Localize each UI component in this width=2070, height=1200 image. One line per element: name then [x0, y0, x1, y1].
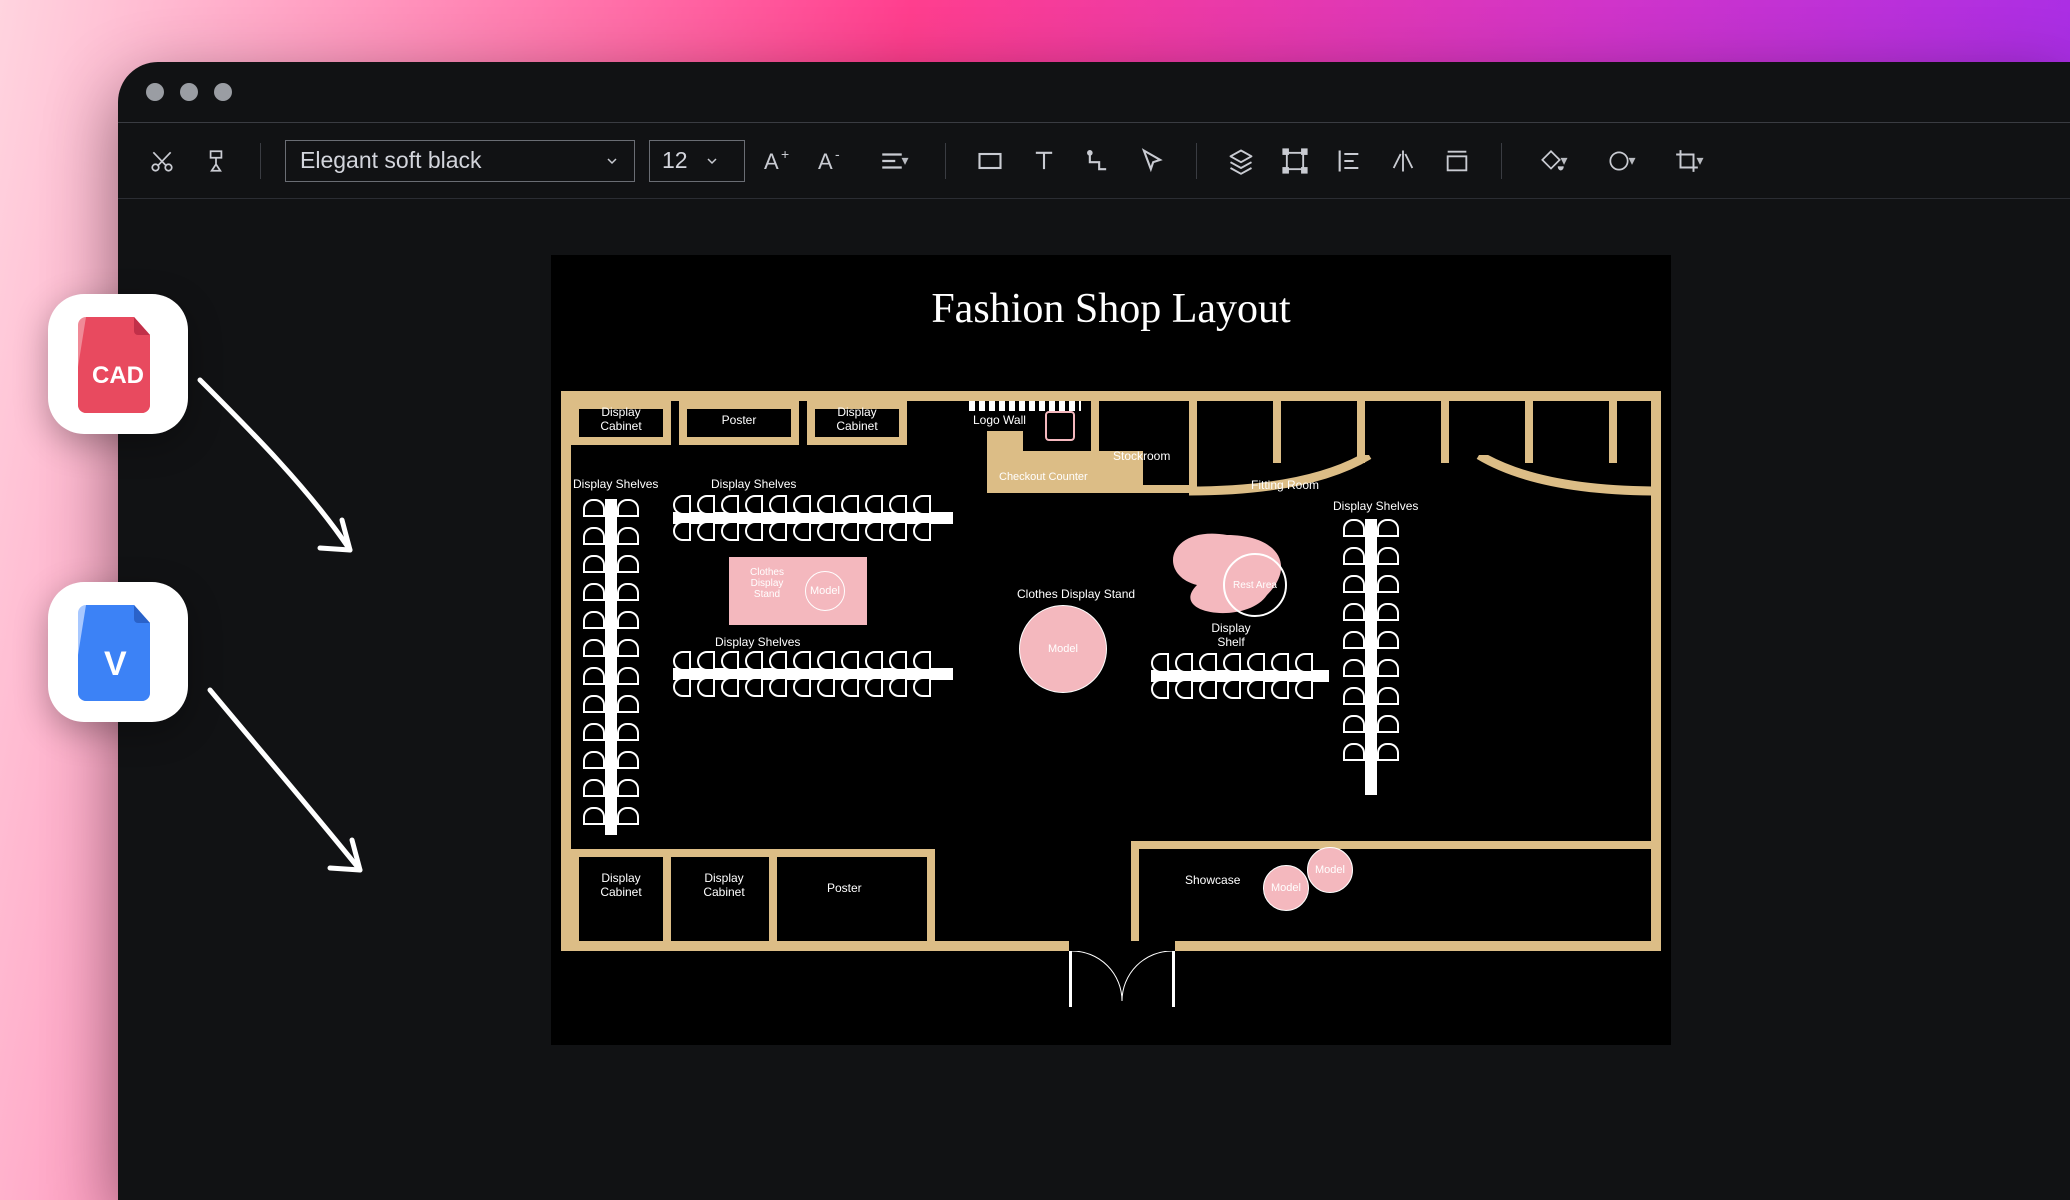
font-family-select[interactable]: Elegant soft black	[285, 140, 635, 182]
display-cabinet-bottom-1-label: Display Cabinet	[581, 871, 661, 899]
display-shelves-mid1[interactable]	[673, 495, 953, 541]
model-circle-1[interactable]: Model	[805, 571, 845, 611]
chevron-down-icon: ▾	[1696, 152, 1703, 169]
left-shelves-label: Display Shelves	[573, 477, 658, 491]
svg-text:A: A	[818, 149, 833, 174]
stockroom-label: Stockroom	[1113, 449, 1170, 463]
model-circle-center[interactable]: Model	[1019, 605, 1107, 693]
chevron-down-icon: ▾	[1628, 152, 1635, 169]
cad-badge-text: CAD	[92, 362, 144, 389]
canvas[interactable]: Fashion Shop Layout Display Cabinet Post…	[118, 199, 2070, 1200]
display-shelves-mid2[interactable]	[673, 651, 953, 697]
poster-bottom-label: Poster	[827, 881, 862, 895]
svg-text:-: -	[835, 147, 840, 162]
chevron-down-icon	[706, 155, 718, 167]
showcase-box[interactable]	[1131, 841, 1651, 941]
app-window: Elegant soft black 12 A+ A- ▾	[118, 62, 2070, 1200]
partition-3	[1441, 401, 1449, 463]
mid-shelves-label2: Display Shelves	[715, 635, 800, 649]
register-icon	[1045, 411, 1075, 441]
model-showcase-1[interactable]: Model	[1263, 865, 1309, 911]
wall-stockroom-left	[1091, 401, 1099, 491]
rest-area-circle[interactable]: Rest Area	[1223, 553, 1287, 617]
arrow-sketch-1	[190, 370, 390, 590]
font-size-value: 12	[662, 147, 688, 174]
font-size-select[interactable]: 12	[649, 140, 745, 182]
plan-title: Fashion Shop Layout	[551, 285, 1671, 333]
toolbar: Elegant soft black 12 A+ A- ▾	[118, 123, 2070, 199]
visio-file-badge[interactable]: V	[48, 582, 188, 722]
font-family-value: Elegant soft black	[300, 147, 482, 174]
right-shelves-label: Display Shelves	[1333, 499, 1418, 513]
line-style-icon[interactable]: ▾	[1594, 141, 1648, 181]
svg-text:A: A	[764, 149, 779, 174]
svg-text:+: +	[781, 147, 789, 162]
layers-icon[interactable]	[1221, 141, 1261, 181]
wall-stockroom-bottom	[1091, 485, 1197, 493]
showcase-label: Showcase	[1185, 873, 1240, 887]
model-showcase-2[interactable]: Model	[1307, 847, 1353, 893]
crop-icon[interactable]: ▾	[1662, 141, 1716, 181]
display-shelf-center[interactable]	[1151, 653, 1329, 699]
entry-doors	[1069, 951, 1175, 1007]
display-shelves-right[interactable]	[1343, 519, 1399, 795]
toolbar-separator	[1501, 143, 1502, 179]
arrow-sketch-2	[200, 680, 400, 900]
partition-4	[1525, 401, 1533, 463]
window-maximize-dot[interactable]	[214, 83, 232, 101]
partition-1	[1273, 401, 1281, 463]
checkout-label: Checkout Counter	[999, 471, 1088, 483]
partition-5	[1609, 401, 1617, 463]
display-cabinet-top-1-label: Display Cabinet	[577, 405, 665, 433]
rectangle-tool-icon[interactable]	[970, 141, 1010, 181]
clothes-stand-label: Clothes Display Stand	[737, 567, 797, 600]
visio-badge-text: V	[104, 645, 127, 683]
center-stand-label: Clothes Display Stand	[1017, 587, 1135, 601]
wall-bottom-left	[561, 941, 1069, 951]
window-minimize-dot[interactable]	[180, 83, 198, 101]
floor-plan-document[interactable]: Fashion Shop Layout Display Cabinet Post…	[551, 255, 1671, 1045]
window-titlebar	[118, 62, 2070, 122]
wall-bottom-right	[1175, 941, 1661, 951]
display-shelf-center-label: Display Shelf	[1191, 621, 1271, 649]
mid-shelves-label1: Display Shelves	[711, 477, 796, 491]
align-objects-icon[interactable]	[1329, 141, 1369, 181]
display-cabinet-bottom-2-label: Display Cabinet	[681, 871, 767, 899]
display-cabinet-top-2-label: Display Cabinet	[813, 405, 901, 433]
toolbar-separator	[945, 143, 946, 179]
chevron-down-icon: ▾	[1560, 152, 1567, 169]
chevron-down-icon	[606, 154, 620, 168]
cut-icon[interactable]	[142, 141, 182, 181]
checkout-counter-ext	[987, 431, 1023, 451]
chevron-down-icon: ▾	[901, 152, 908, 169]
cursor-tool-icon[interactable]	[1132, 141, 1172, 181]
fitting-room-label: Fitting Room	[1251, 478, 1319, 492]
group-icon[interactable]	[1275, 141, 1315, 181]
window-close-dot[interactable]	[146, 83, 164, 101]
font-decrease-icon[interactable]: A-	[813, 141, 853, 181]
logo-wall[interactable]	[969, 401, 1081, 411]
poster-top-label: Poster	[699, 413, 779, 427]
logo-wall-label: Logo Wall	[973, 413, 1026, 427]
toolbar-separator	[260, 143, 261, 179]
paint-format-icon[interactable]	[196, 141, 236, 181]
cad-file-badge[interactable]: CAD	[48, 294, 188, 434]
text-tool-icon[interactable]	[1024, 141, 1064, 181]
poster-bottom[interactable]	[777, 849, 935, 941]
connector-tool-icon[interactable]	[1078, 141, 1118, 181]
flip-icon[interactable]	[1383, 141, 1423, 181]
fill-color-icon[interactable]: ▾	[1526, 141, 1580, 181]
toolbar-separator	[1196, 143, 1197, 179]
partition-2	[1357, 401, 1365, 463]
same-size-icon[interactable]	[1437, 141, 1477, 181]
text-align-icon[interactable]: ▾	[867, 141, 921, 181]
display-shelves-left[interactable]	[583, 499, 639, 835]
font-increase-icon[interactable]: A+	[759, 141, 799, 181]
